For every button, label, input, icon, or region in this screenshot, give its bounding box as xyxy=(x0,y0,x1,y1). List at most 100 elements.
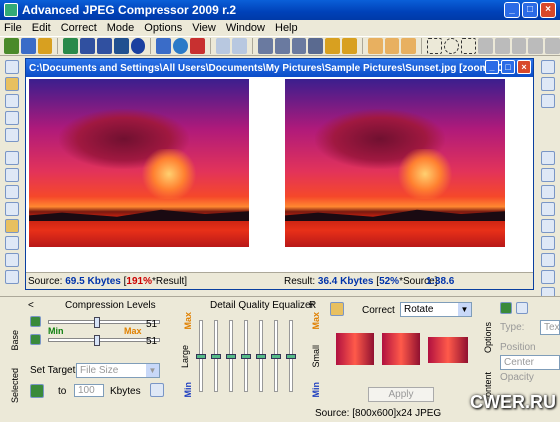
select-a-icon[interactable] xyxy=(477,38,493,54)
tool-list2-icon[interactable] xyxy=(5,202,19,216)
panel-b-icon[interactable] xyxy=(541,236,555,250)
result-image[interactable] xyxy=(285,79,505,247)
crop-icon[interactable] xyxy=(258,38,273,54)
target-icon[interactable] xyxy=(30,384,44,398)
panel-a-icon[interactable] xyxy=(541,219,555,233)
web-icon[interactable] xyxy=(113,38,129,54)
zoom-icon[interactable] xyxy=(156,38,172,54)
tool-grid-icon[interactable] xyxy=(5,236,19,250)
panel-c-icon[interactable] xyxy=(541,253,555,267)
doc-maximize-button[interactable]: □ xyxy=(501,60,515,74)
tool-layers-icon[interactable] xyxy=(5,94,19,108)
refresh-icon[interactable] xyxy=(63,38,79,54)
menu-correct[interactable]: Correct xyxy=(61,22,97,34)
eq-band-3[interactable] xyxy=(226,320,236,392)
rotate-flip-thumbnail[interactable] xyxy=(382,333,420,365)
open-icon[interactable] xyxy=(4,38,19,54)
apply-button[interactable]: Apply xyxy=(368,387,434,402)
compression-value-2[interactable]: 51 xyxy=(146,336,157,347)
menu-help[interactable]: Help xyxy=(275,22,298,34)
eq-band-7[interactable] xyxy=(286,320,296,392)
zoom-actual-icon[interactable] xyxy=(541,151,555,165)
tool-page2-icon[interactable] xyxy=(5,168,19,182)
tab-options[interactable]: Options xyxy=(483,322,493,353)
zoom-area-icon[interactable] xyxy=(541,185,555,199)
maximize-button[interactable]: □ xyxy=(522,2,538,18)
compression-slider-1[interactable] xyxy=(48,317,160,328)
minimize-button[interactable]: _ xyxy=(504,2,520,18)
tool-grid3-icon[interactable] xyxy=(5,270,19,284)
source-image[interactable] xyxy=(29,79,249,247)
tool-list-icon[interactable] xyxy=(5,185,19,199)
rotate-icon[interactable] xyxy=(291,38,307,54)
eye-icon[interactable] xyxy=(308,38,324,54)
tab-selected[interactable]: Selected xyxy=(10,368,20,403)
rect-select-icon[interactable] xyxy=(427,38,443,54)
batch-save-icon[interactable] xyxy=(96,38,112,54)
rotate-right-thumbnail[interactable] xyxy=(428,337,468,363)
close-button[interactable]: × xyxy=(540,2,556,18)
menu-window[interactable]: Window xyxy=(226,22,265,34)
menu-view[interactable]: View xyxy=(192,22,216,34)
view-split-icon[interactable] xyxy=(232,38,248,54)
tool-view-icon[interactable] xyxy=(5,60,19,74)
reset-label[interactable]: R xyxy=(309,300,316,311)
doc-minimize-button[interactable]: _ xyxy=(485,60,499,74)
zoom-in-icon[interactable] xyxy=(541,60,555,74)
add-watermark-icon[interactable] xyxy=(500,302,512,314)
folder-icon[interactable] xyxy=(37,38,53,54)
hand-icon[interactable] xyxy=(367,38,383,54)
pencil-icon[interactable] xyxy=(342,38,357,54)
eq-band-5[interactable] xyxy=(256,320,266,392)
menu-edit[interactable]: Edit xyxy=(32,22,51,34)
select-c-icon[interactable] xyxy=(511,38,527,54)
eq-band-6[interactable] xyxy=(271,320,281,392)
compression-value-1[interactable]: 51 xyxy=(146,319,157,330)
view-single-icon[interactable] xyxy=(215,38,231,54)
help-icon[interactable] xyxy=(130,38,146,54)
remove-watermark-icon[interactable] xyxy=(516,302,528,314)
hand-zoom-icon[interactable] xyxy=(384,38,400,54)
position-select[interactable]: Center xyxy=(500,355,560,370)
tool-copy-icon[interactable] xyxy=(5,128,19,142)
target-value-input[interactable]: 100 xyxy=(74,384,104,397)
menu-mode[interactable]: Mode xyxy=(107,22,135,34)
eq-band-2[interactable] xyxy=(211,320,221,392)
tool-page-icon[interactable] xyxy=(5,151,19,165)
menu-options[interactable]: Options xyxy=(144,22,182,34)
doc-close-button[interactable]: × xyxy=(517,60,531,74)
tool-key-icon[interactable] xyxy=(5,77,19,91)
info-icon[interactable] xyxy=(173,38,188,54)
target-select[interactable]: File Size ▼ xyxy=(76,363,160,378)
rotate-left-thumbnail[interactable] xyxy=(336,333,374,365)
zoom-out-icon[interactable] xyxy=(541,77,555,91)
select-b-icon[interactable] xyxy=(494,38,510,54)
tab-base[interactable]: Base xyxy=(10,330,20,351)
zoom-fit-icon[interactable] xyxy=(541,94,555,108)
eq-band-4[interactable] xyxy=(241,320,251,392)
navigator-icon[interactable] xyxy=(541,202,555,216)
collapse-chevron[interactable]: < xyxy=(28,300,34,311)
correct-select[interactable]: Rotate ▼ xyxy=(400,302,472,317)
menu-bar: File Edit Correct Mode Options View Wind… xyxy=(0,20,560,36)
eq-band-1[interactable] xyxy=(196,320,206,392)
menu-file[interactable]: File xyxy=(4,22,22,34)
poly-select-icon[interactable] xyxy=(460,38,476,54)
hand-select-icon[interactable] xyxy=(401,38,417,54)
ellipse-select-icon[interactable] xyxy=(444,38,459,54)
batch-icon[interactable] xyxy=(80,38,95,54)
type-select[interactable]: Tex xyxy=(540,320,560,335)
tool-chart-icon[interactable] xyxy=(5,219,19,233)
tool-grid2-icon[interactable] xyxy=(5,253,19,267)
exit-icon[interactable] xyxy=(189,38,205,54)
resize-icon[interactable] xyxy=(274,38,290,54)
compression-slider-2[interactable] xyxy=(48,335,160,346)
zoom-window-icon[interactable] xyxy=(541,168,555,182)
panel-d-icon[interactable] xyxy=(541,270,555,284)
edit-icon[interactable] xyxy=(325,38,341,54)
select-e-icon[interactable] xyxy=(545,38,560,54)
apply-target-icon[interactable] xyxy=(150,383,164,397)
select-d-icon[interactable] xyxy=(528,38,544,54)
save-icon[interactable] xyxy=(20,38,36,54)
tool-paste-icon[interactable] xyxy=(5,111,19,125)
